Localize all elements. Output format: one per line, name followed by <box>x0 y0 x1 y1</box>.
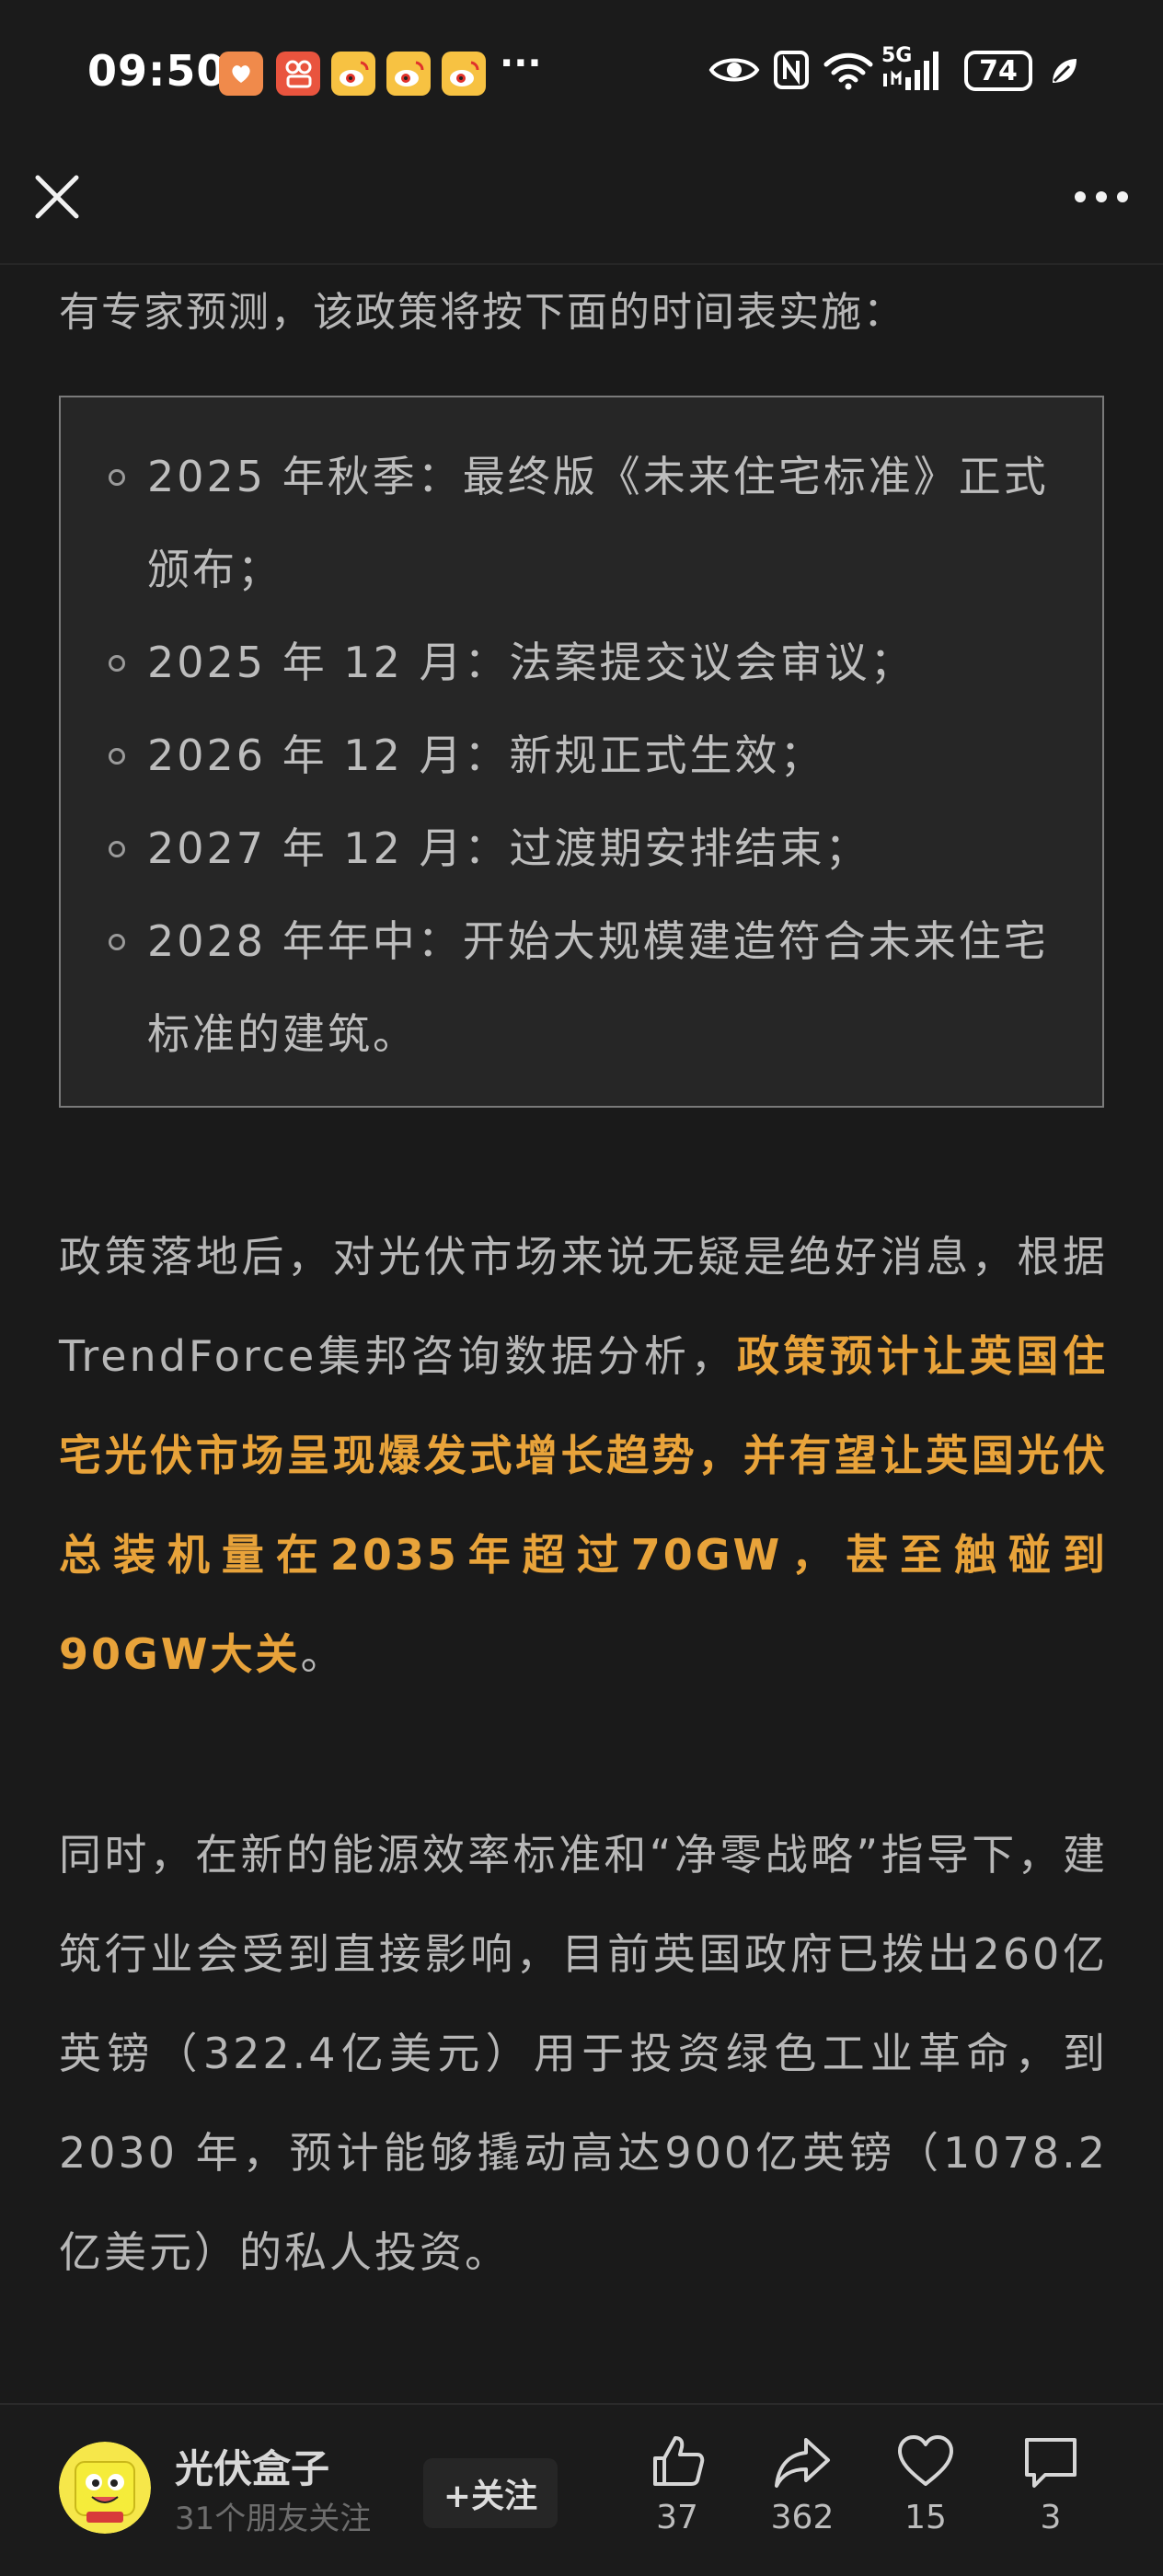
author-follow-count: 31个朋友关注 <box>175 2501 372 2537</box>
bullet-icon <box>109 748 125 765</box>
wifi-icon <box>823 50 874 94</box>
share-arrow-icon <box>775 2438 830 2488</box>
weibo-icon <box>331 52 375 96</box>
close-button[interactable] <box>29 169 85 224</box>
weibo-icon <box>442 52 486 96</box>
follow-button[interactable]: +关注 <box>423 2458 558 2528</box>
bullet-icon <box>109 469 125 486</box>
bullet-icon <box>109 655 125 672</box>
heart-icon <box>898 2435 953 2486</box>
article-paragraph: 同时，在新的能源效率标准和“净零战略”指导下，建筑行业会受到直接影响，目前英国政… <box>59 1830 1108 2277</box>
taobao-icon <box>219 52 263 96</box>
timeline-list: 2025 年秋季：最终版《未来住宅标准》正式颁布； 2025 年 12 月：法案… <box>109 431 1075 1081</box>
top-bar <box>0 147 1163 265</box>
timeline-item: 2026 年 12 月：新规正式生效； <box>109 709 1075 802</box>
favorite-count: 15 <box>904 2499 947 2536</box>
eye-icon <box>708 50 760 94</box>
weibo-icon <box>386 52 431 96</box>
timeline-item: 2025 年秋季：最终版《未来住宅标准》正式颁布； <box>109 431 1075 616</box>
article-intro: 有专家预测，该政策将按下面的时间表实施： <box>59 289 905 336</box>
notification-more-icon: ··· <box>500 42 542 85</box>
more-dots-icon <box>1075 191 1128 202</box>
thumbs-up-icon <box>653 2436 705 2486</box>
status-bar: 09:50 ··· 5G 74 <box>0 0 1163 147</box>
timeline-item: 2027 年 12 月：过渡期安排结束； <box>109 802 1075 895</box>
leaf-icon <box>1049 55 1080 90</box>
comment-button[interactable]: 3 <box>1005 2432 1097 2536</box>
status-time: 09:50 <box>87 46 227 96</box>
favorite-button[interactable]: 15 <box>880 2432 972 2536</box>
close-icon <box>35 175 79 219</box>
nfc-icon <box>773 50 810 94</box>
like-count: 37 <box>656 2499 698 2536</box>
highlighted-text: 政策预计让英国住宅光伏市场呈现爆发式增长趋势，并有望让英国光伏总装机量在2035… <box>59 1331 1109 1679</box>
comment-bubble-icon <box>1025 2438 1077 2488</box>
timeline-item: 2028 年年中：开始大规模建造符合未来住宅标准的建筑。 <box>109 895 1075 1081</box>
bullet-icon <box>109 841 125 857</box>
battery-icon: 74 <box>964 51 1032 91</box>
share-count: 362 <box>770 2499 835 2536</box>
bottom-bar: 光伏盒子 31个朋友关注 +关注 37 362 15 3 <box>0 2403 1163 2576</box>
share-button[interactable]: 362 <box>756 2432 848 2536</box>
paragraph-end: 。 <box>300 1629 346 1679</box>
comment-count: 3 <box>1040 2499 1062 2536</box>
timeline-item: 2025 年 12 月：法案提交议会审议； <box>109 616 1075 709</box>
app-icon <box>276 52 320 96</box>
bullet-icon <box>109 934 125 950</box>
author-avatar[interactable] <box>59 2442 151 2534</box>
battery-level: 74 <box>979 54 1018 87</box>
more-options-button[interactable] <box>1069 169 1134 224</box>
author-name[interactable]: 光伏盒子 <box>175 2438 329 2494</box>
timeline-box: 2025 年秋季：最终版《未来住宅标准》正式颁布； 2025 年 12 月：法案… <box>59 396 1104 1108</box>
article-paragraph: 政策落地后，对光伏市场来说无疑是绝好消息，根据TrendForce集邦咨询数据分… <box>59 1207 1108 1704</box>
like-button[interactable]: 37 <box>631 2432 723 2536</box>
